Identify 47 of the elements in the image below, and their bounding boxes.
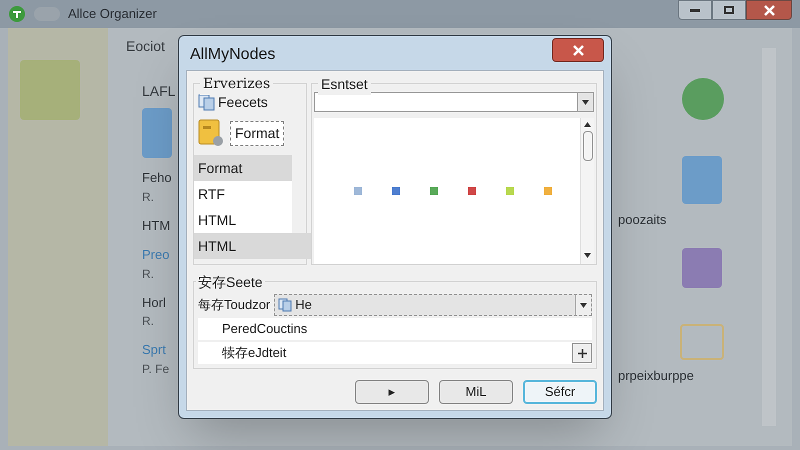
maximize-button[interactable] (712, 0, 746, 20)
close-button[interactable] (552, 38, 604, 62)
panel-title: LAFL (141, 82, 176, 101)
window-title: Allce Organizer (68, 5, 157, 24)
dropdown[interactable]: He (274, 294, 592, 316)
add-button[interactable] (572, 343, 592, 363)
option-text: 犊存eJdteit (222, 344, 286, 362)
down-arrow-icon (580, 302, 587, 308)
app-tile-icon (20, 60, 80, 120)
list-item[interactable]: HTML (194, 233, 312, 259)
close-icon (572, 44, 584, 56)
item-subtitle: R. (142, 266, 154, 282)
option-text: PeredCouctins (222, 320, 308, 338)
close-button[interactable] (746, 0, 792, 20)
down-arrow-icon (584, 253, 591, 258)
dialog-button[interactable]: MiL (439, 380, 513, 404)
list-item[interactable]: Format (194, 155, 292, 181)
field-label: 每存Toudzor (198, 296, 270, 314)
plus-icon (578, 348, 586, 358)
up-arrow-icon (584, 122, 591, 127)
item-title: Feho (142, 169, 172, 187)
list-item[interactable]: RTF (194, 181, 292, 207)
item-subtitle: R. (142, 313, 154, 330)
item-subtitle: P. Fe (142, 360, 170, 378)
item-title: Preo (142, 246, 170, 264)
list-header: Feecets (218, 93, 268, 112)
app-logo-icon (8, 5, 26, 23)
dialog-title: AllMyNodes (189, 45, 276, 65)
format-label: Format (230, 120, 284, 146)
folder-settings-icon (198, 119, 224, 147)
item-title: Horl (142, 294, 166, 312)
header-text: Eociot (126, 37, 165, 56)
minimize-button[interactable] (678, 0, 712, 20)
item-title: Sprt (142, 341, 166, 359)
dialog-button[interactable]: ▸ (355, 380, 429, 404)
dialog-button[interactable]: Séfcr (523, 380, 597, 404)
caption-text: poozaits (618, 211, 666, 229)
dropdown[interactable] (314, 92, 594, 112)
documents-icon (198, 94, 215, 111)
close-icon (764, 4, 774, 16)
documents-icon (278, 298, 292, 312)
scroll-thumb[interactable] (582, 131, 592, 161)
item-subtitle: R. (142, 188, 154, 206)
item-title: HTM (142, 216, 170, 234)
caption-text: prpeixburppe (618, 366, 694, 385)
list-item[interactable]: HTML (194, 207, 292, 233)
down-arrow-icon (582, 100, 589, 104)
